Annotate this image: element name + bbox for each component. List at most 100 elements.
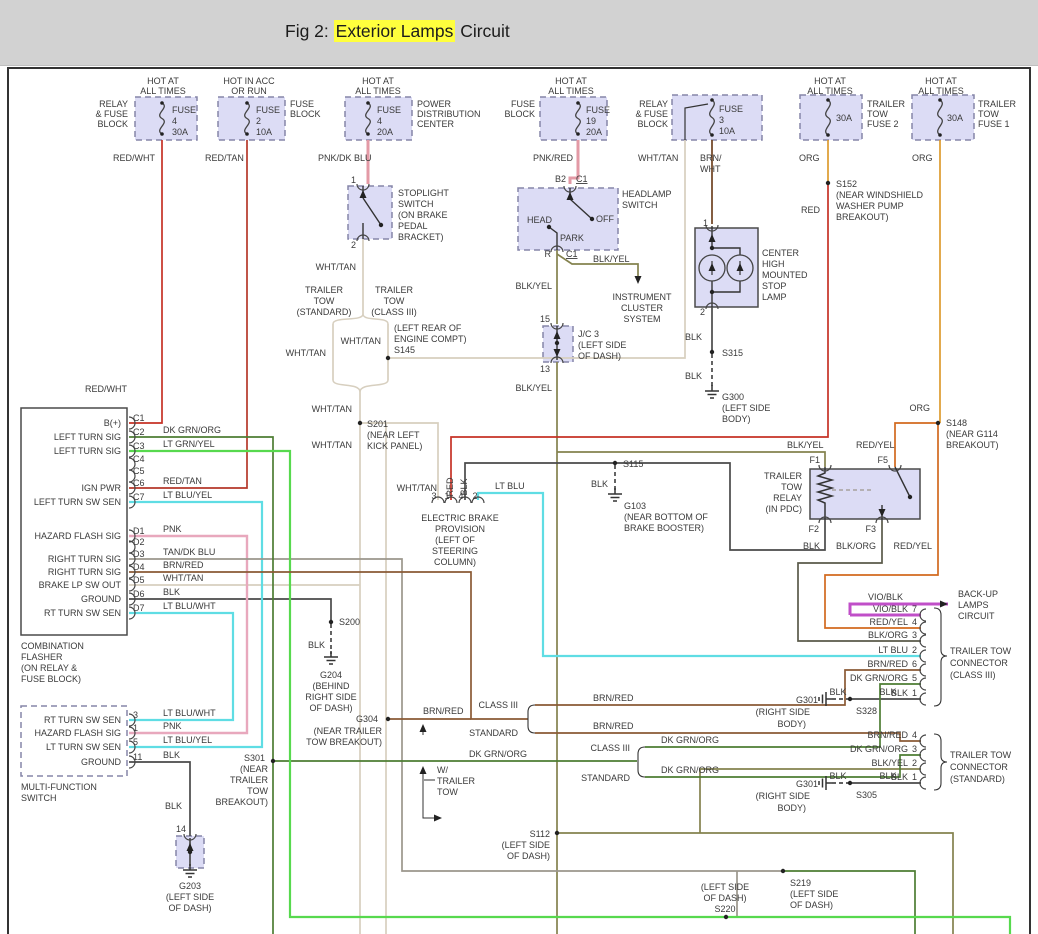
label: ALL TIMES [807,86,853,96]
label: S328 [856,706,877,716]
label: OFF [596,214,614,224]
label: 4 [172,116,177,126]
combination-flasher-wire-label: PNK [163,524,182,534]
label: 2 [700,307,705,317]
label: 15 [540,314,550,324]
label: TOW BREAKOUT) [306,737,382,747]
label: S148 [946,418,967,428]
label: RELAY [639,99,668,109]
fork [333,380,360,392]
label: 13 [540,364,550,374]
exterior-lamps-circuit-diagram: HOT ATALL TIMESHOT IN ACCOR RUNHOT ATALL… [0,0,1038,934]
label: BLK/ORG [836,541,876,551]
brace [528,705,535,733]
label: 20A [377,127,393,137]
label: OF DASH) [790,900,833,910]
label: (LEFT SIDE [166,892,214,902]
combination-flasher-pin-id: D3 [133,549,145,559]
label: HOT AT [147,76,179,86]
label: G204 [320,670,342,680]
splice-dot [826,181,830,185]
label: STOPLIGHT [398,188,449,198]
trailer-tow-connector-class-iii-label: (CLASS III) [950,670,996,680]
label: TOW [978,109,999,119]
fuse-terminal [366,132,370,136]
label: (ON BRAKE [398,210,448,220]
label: BLK [685,332,702,342]
arrowhead [434,815,442,822]
label: (LEFT SIDE [578,340,626,350]
combination-flasher-pin-label: LEFT TURN SIG [54,446,121,456]
label: FLASHER [21,652,63,662]
combination-flasher-pin-id: D6 [133,589,145,599]
label: TOW [314,296,335,306]
label: ORG [799,153,820,163]
label: RED/WHT [113,153,155,163]
arrowhead [635,276,642,284]
label: BRACKET) [398,232,444,242]
combination-flasher-pin-label: RT TURN SW SEN [44,608,121,618]
label: (LEFT SIDE [502,840,550,850]
combination-flasher-pin-label: GROUND [81,594,121,604]
label: DK GRN/ORG [661,765,719,775]
title-prefix: Fig 2: [285,21,334,41]
figure-title: Fig 2: Exterior Lamps Circuit [285,21,510,42]
splice-dot [724,915,728,919]
label: 30A [836,113,852,123]
label: 10A [256,127,272,137]
label: BRN/RED [593,721,634,731]
label: OR RUN [231,86,267,96]
label: & FUSE [635,109,668,119]
trailer-tow-connector-class-iii-pin-number: 7 [912,604,917,614]
label: OF DASH) [578,351,621,361]
label: HOT IN ACC [223,76,275,86]
splice-dot [710,350,714,354]
label: S315 [722,348,743,358]
label: ALL TIMES [355,86,401,96]
label: J/C 3 [578,329,599,339]
label: BLK/YEL [787,440,824,450]
trailer-tow-connector-class-iii-pin-number: 1 [912,688,917,698]
multi-function-switch-wire-label: BLK [163,750,180,760]
label: PNK/DK BLU [318,153,372,163]
multi-function-switch-pin-id: 11 [133,752,142,762]
label: STEERING [432,546,478,556]
label: SYSTEM [623,314,660,324]
label: BLK/YEL [515,383,552,393]
trailer-tow-connector-class-iii-pin-number: 4 [912,617,917,627]
wiring-diagram-page: HOT ATALL TIMESHOT IN ACCOR RUNHOT ATALL… [0,0,1038,934]
combination-flasher-wire-label: LT BLU/WHT [163,601,216,611]
label: G304 [356,714,378,724]
label: S145 [394,345,415,355]
splice-dot [358,421,362,425]
label: G301 [796,695,818,705]
label: BRN/ [700,153,722,163]
trailer-tow-connector-class-iii-label: TRAILER TOW [950,646,1012,656]
fuse-terminal [576,101,580,105]
label: ORG [909,403,930,413]
label: ELECTRIC BRAKE [421,513,499,523]
label: BRN/RED [423,706,464,716]
label: RED/WHT [85,384,127,394]
ground-symbol [608,488,622,501]
combination-flasher-wire-label: WHT/TAN [163,573,203,583]
trailer-tow-connector-class-iii-pin-number: 5 [912,673,917,683]
label: PARK [560,233,584,243]
splice-dot [848,781,852,785]
label: (NEAR LEFT [367,430,420,440]
label: FUSE [290,99,314,109]
label: SWITCH [21,793,57,803]
label: OF DASH) [309,703,352,713]
multi-function-switch-pin-label: RT TURN SW SEN [44,715,121,725]
combination-flasher-pin-label: RIGHT TURN SIG [48,554,121,564]
combination-flasher-wire-label: BRN/RED [163,560,204,570]
label: G300 [722,392,744,402]
splice-dot [848,697,852,701]
label: BLK [308,640,325,650]
label: 30A [172,127,188,137]
label: S201 [367,419,388,429]
label: RED [801,205,821,215]
trailer-tow-connector-class-iii-wire-label: BRN/RED [867,659,908,669]
label: (LEFT SIDE [701,882,749,892]
title-bar: Fig 2: Exterior Lamps Circuit [0,0,1038,66]
